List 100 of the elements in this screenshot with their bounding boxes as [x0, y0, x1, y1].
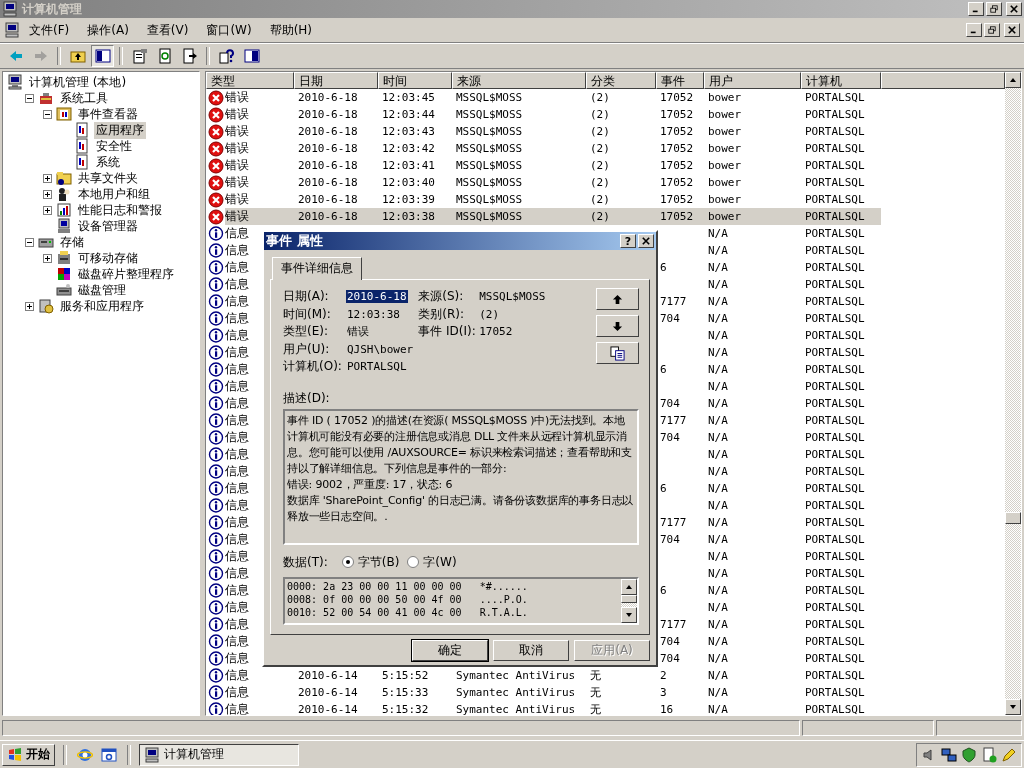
table-cell: PORTALSQL: [805, 193, 865, 206]
table-cell: N/A: [708, 533, 728, 546]
description-label: 描述(D):: [283, 389, 331, 407]
table-cell: PORTALSQL: [805, 567, 865, 580]
table-cell: N/A: [708, 482, 728, 495]
table-cell: 无: [590, 668, 601, 683]
field-value: (2): [478, 307, 501, 321]
table-cell: 2010-6-18: [298, 125, 358, 138]
table-cell: 7177: [660, 516, 687, 529]
table-cell: PORTALSQL: [805, 380, 865, 393]
table-cell: 无: [590, 702, 601, 715]
table-cell: 6: [660, 261, 667, 274]
table-cell: N/A: [708, 635, 728, 648]
field-value: 错误: [346, 324, 370, 340]
table-cell: 信息: [225, 310, 249, 327]
table-cell: PORTALSQL: [805, 108, 865, 121]
table-cell: 2010-6-18: [298, 159, 358, 172]
table-cell: 2010-6-18: [298, 176, 358, 189]
field-label: 事件 ID(I):: [418, 323, 477, 341]
table-cell: 6: [660, 584, 667, 597]
table-cell: 704: [660, 312, 680, 325]
table-cell: 16: [660, 703, 674, 715]
table-cell: PORTALSQL: [805, 397, 865, 410]
table-cell: 信息: [225, 531, 249, 548]
table-cell: (2): [590, 210, 610, 223]
table-cell: bower: [708, 176, 742, 189]
table-cell: 17052: [660, 125, 694, 138]
table-cell: 信息: [225, 565, 249, 582]
table-cell: 704: [660, 397, 680, 410]
table-cell: 12:03:40: [382, 176, 435, 189]
table-cell: MSSQL$MOSS: [456, 159, 523, 172]
table-cell: PORTALSQL: [805, 516, 865, 529]
data-line: 0010: 52 00 54 00 41 00 4c 00 R.T.A.L.: [287, 605, 529, 619]
table-cell: 704: [660, 652, 680, 665]
table-cell: 信息: [225, 276, 249, 293]
table-cell: N/A: [708, 329, 728, 342]
table-cell: N/A: [708, 244, 728, 257]
table-cell: N/A: [708, 703, 728, 715]
table-cell: 信息: [225, 344, 249, 361]
table-cell: 5:15:32: [382, 703, 429, 715]
table-cell: Symantec AntiVirus: [456, 703, 576, 715]
data-line: 0008: 0f 00 00 00 50 00 4f 00 ....P.O.: [287, 592, 529, 606]
table-cell: 17052: [660, 193, 694, 206]
table-cell: 7177: [660, 295, 687, 308]
table-cell: PORTALSQL: [805, 278, 865, 291]
table-cell: 12:03:42: [382, 142, 435, 155]
table-cell: PORTALSQL: [805, 346, 865, 359]
table-cell: PORTALSQL: [805, 669, 865, 682]
data-line: 0000: 2a 23 00 00 11 00 00 00 *#......: [287, 579, 529, 593]
table-cell: 3: [660, 686, 667, 699]
field-value: QJSH\bower: [346, 342, 415, 356]
table-cell: 12:03:44: [382, 108, 435, 121]
table-cell: N/A: [708, 312, 728, 325]
table-cell: 信息: [225, 293, 249, 310]
table-cell: 错误: [225, 123, 249, 140]
table-cell: 17052: [660, 142, 694, 155]
table-cell: 错误: [225, 191, 249, 208]
table-cell: 信息: [225, 650, 249, 667]
table-cell: N/A: [708, 465, 728, 478]
table-cell: PORTALSQL: [805, 227, 865, 240]
table-cell: 12:03:41: [382, 159, 435, 172]
table-cell: N/A: [708, 363, 728, 376]
field-label: 用户(U):: [283, 340, 331, 358]
data-label: 数据(T):: [283, 553, 328, 571]
table-cell: N/A: [708, 227, 728, 240]
table-cell: 2010-6-18: [298, 210, 358, 223]
table-cell: 17052: [660, 91, 694, 104]
table-cell: 无: [590, 685, 601, 700]
field-label: 日期(A):: [283, 288, 330, 306]
table-cell: bower: [708, 159, 742, 172]
table-cell: 信息: [225, 327, 249, 344]
table-cell: bower: [708, 125, 742, 138]
table-cell: 信息: [225, 514, 249, 531]
table-cell: 信息: [225, 242, 249, 259]
table-cell: PORTALSQL: [805, 142, 865, 155]
table-cell: 错误: [225, 157, 249, 174]
table-cell: 6: [660, 482, 667, 495]
table-cell: N/A: [708, 618, 728, 631]
table-cell: MSSQL$MOSS: [456, 91, 523, 104]
table-cell: 17052: [660, 176, 694, 189]
table-cell: 信息: [225, 463, 249, 480]
field-value: 12:03:38: [346, 307, 401, 321]
table-cell: MSSQL$MOSS: [456, 125, 523, 138]
table-cell: PORTALSQL: [805, 91, 865, 104]
field-value: 2010-6-18: [346, 290, 408, 304]
table-cell: PORTALSQL: [805, 482, 865, 495]
table-cell: 信息: [225, 599, 249, 616]
table-cell: N/A: [708, 431, 728, 444]
table-cell: 12:03:43: [382, 125, 435, 138]
table-cell: PORTALSQL: [805, 703, 865, 715]
table-cell: PORTALSQL: [805, 176, 865, 189]
table-cell: 信息: [225, 259, 249, 276]
table-cell: PORTALSQL: [805, 244, 865, 257]
table-cell: N/A: [708, 669, 728, 682]
table-cell: N/A: [708, 414, 728, 427]
table-cell: bower: [708, 91, 742, 104]
table-cell: MSSQL$MOSS: [456, 193, 523, 206]
table-cell: 2010-6-14: [298, 669, 358, 682]
table-cell: PORTALSQL: [805, 210, 865, 223]
table-cell: 错误: [225, 174, 249, 191]
